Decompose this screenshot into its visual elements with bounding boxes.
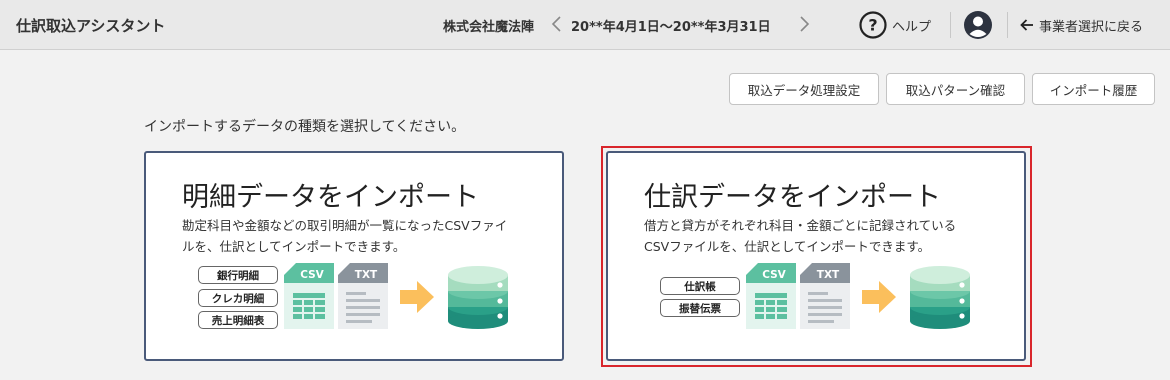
app-title: 仕訳取込アシスタント	[16, 17, 166, 35]
card-description-line: 借方と貸方がそれぞれ科目・金額ごとに記録されている	[644, 218, 957, 233]
divider	[1007, 12, 1008, 38]
csv-file-icon: CSV	[284, 263, 334, 329]
back-label: 事業者選択に戻る	[1039, 19, 1144, 35]
csv-label: CSV	[300, 269, 324, 281]
user-avatar-icon[interactable]	[963, 10, 993, 40]
detail-data-import-card[interactable]: 明細データをインポート 勘定科目や金額などの取引明細が一覧になったCSVファイ …	[144, 151, 564, 361]
svg-text:?: ?	[868, 16, 877, 35]
help-circle-icon: ?	[859, 11, 887, 39]
arrow-right-icon	[862, 281, 896, 313]
card-description: 勘定科目や金額などの取引明細が一覧になったCSVファイ ルを、仕訳としてインポー…	[182, 215, 507, 257]
back-to-business-select-button[interactable]: 事業者選択に戻る	[1019, 10, 1143, 40]
help-label: ヘルプ	[892, 19, 932, 35]
fiscal-period: 20**年4月1日〜20**年3月31日	[571, 20, 771, 35]
txt-file-icon: TXT	[800, 263, 850, 329]
tag-sales-statement: 売上明細表	[198, 311, 278, 329]
tag-transfer-slip: 振替伝票	[660, 299, 740, 317]
csv-file-icon: CSV	[746, 263, 796, 329]
company-name: 株式会社魔法陣	[443, 20, 535, 35]
card-description-line: CSVファイルを、仕訳としてインポートできます。	[644, 239, 931, 254]
csv-label: CSV	[762, 269, 786, 281]
import-pattern-check-button[interactable]: 取込パターン確認	[886, 73, 1025, 105]
app-header: 仕訳取込アシスタント 株式会社魔法陣 20**年4月1日〜20**年3月31日 …	[0, 0, 1170, 50]
import-history-button[interactable]: インポート履歴	[1032, 73, 1155, 105]
import-data-settings-button[interactable]: 取込データ処理設定	[729, 73, 879, 105]
journal-data-import-card[interactable]: 仕訳データをインポート 借方と貸方がそれぞれ科目・金額ごとに記録されている CS…	[606, 151, 1026, 361]
card-description-line: 勘定科目や金額などの取引明細が一覧になったCSVファイ	[182, 218, 508, 233]
arrow-right-icon	[400, 281, 434, 313]
divider	[950, 12, 951, 38]
txt-file-icon: TXT	[338, 263, 388, 329]
card-description: 借方と貸方がそれぞれ科目・金額ごとに記録されている CSVファイルを、仕訳として…	[644, 215, 956, 257]
help-button[interactable]: ? ヘルプ	[858, 10, 931, 40]
txt-label: TXT	[817, 269, 840, 281]
card-title: 仕訳データをインポート	[644, 182, 941, 213]
chevron-left-icon[interactable]	[548, 12, 566, 36]
instruction-text: インポートするデータの種類を選択してください。	[144, 119, 466, 135]
txt-label: TXT	[355, 269, 378, 281]
tag-journal-book: 仕訳帳	[660, 277, 740, 295]
tag-credit-card-statement: クレカ明細	[198, 289, 278, 307]
arrow-left-icon	[1020, 19, 1033, 31]
database-icon	[910, 266, 970, 329]
chevron-right-icon[interactable]	[795, 12, 813, 36]
card-title: 明細データをインポート	[182, 182, 479, 213]
database-icon	[448, 266, 508, 329]
card-description-line: ルを、仕訳としてインポートできます。	[182, 239, 406, 254]
tag-bank-statement: 銀行明細	[198, 266, 278, 284]
